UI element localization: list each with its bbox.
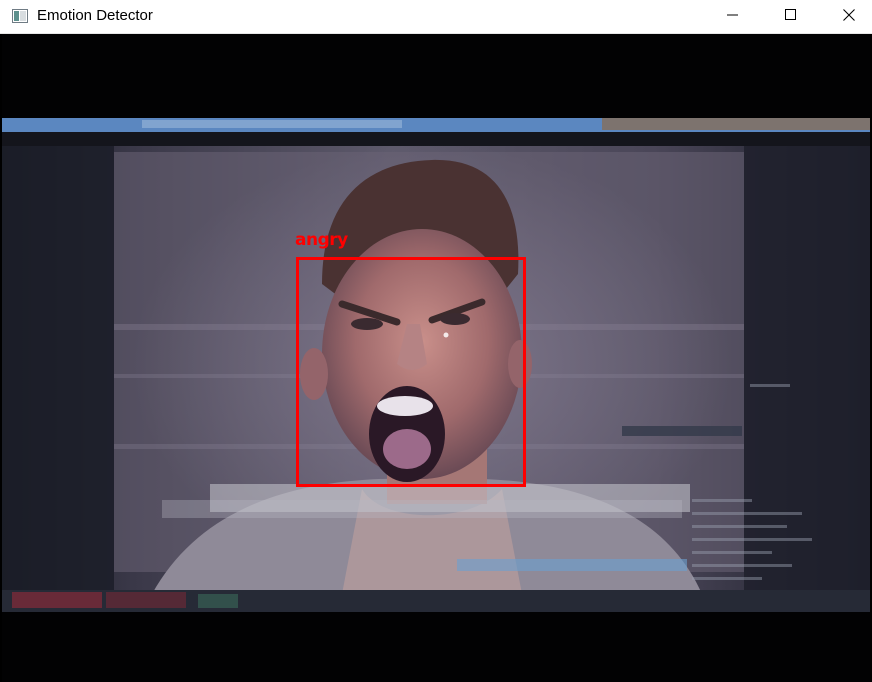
opencv-window-icon: [12, 9, 28, 23]
face-bounding-box: [296, 257, 526, 487]
close-button[interactable]: [820, 0, 872, 33]
minimize-icon: [727, 8, 739, 26]
camera-frame: angry: [2, 34, 870, 682]
emotion-detector-window: Emotion Detector angry: [0, 0, 872, 682]
minimize-button[interactable]: [704, 0, 762, 33]
window-title: Emotion Detector: [37, 7, 153, 24]
maximize-icon: [785, 8, 797, 26]
title-bar[interactable]: Emotion Detector: [0, 0, 872, 34]
close-icon: [843, 8, 855, 26]
maximize-button[interactable]: [762, 0, 820, 33]
emotion-label: angry: [295, 230, 348, 250]
